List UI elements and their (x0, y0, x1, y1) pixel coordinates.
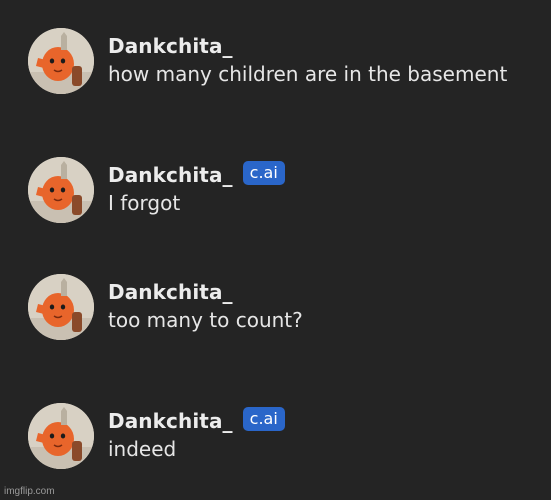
message-text: indeed (108, 437, 177, 461)
message: Dankchita_ c.ai indeed (28, 403, 538, 471)
username[interactable]: Dankchita_ (108, 280, 233, 304)
ai-badge: c.ai (242, 407, 285, 431)
avatar-icon[interactable] (28, 274, 94, 340)
message-header: Dankchita_ c.ai (108, 407, 285, 435)
message: Dankchita_ c.ai I forgot (28, 157, 538, 225)
message-header: Dankchita_ c.ai (108, 161, 285, 189)
username[interactable]: Dankchita_ (108, 163, 233, 187)
message-header: Dankchita_ (108, 32, 233, 60)
username[interactable]: Dankchita_ (108, 34, 233, 58)
message-text: how many children are in the basement (108, 62, 508, 86)
message-text: too many to count? (108, 308, 303, 332)
avatar-icon[interactable] (28, 28, 94, 94)
message: Dankchita_ too many to count? (28, 274, 538, 342)
watermark: imgflip.com (4, 486, 55, 497)
avatar-icon[interactable] (28, 157, 94, 223)
message-header: Dankchita_ (108, 278, 233, 306)
ai-badge: c.ai (242, 161, 285, 185)
message: Dankchita_ how many children are in the … (28, 28, 538, 96)
username[interactable]: Dankchita_ (108, 409, 233, 433)
avatar-icon[interactable] (28, 403, 94, 469)
message-text: I forgot (108, 191, 181, 215)
